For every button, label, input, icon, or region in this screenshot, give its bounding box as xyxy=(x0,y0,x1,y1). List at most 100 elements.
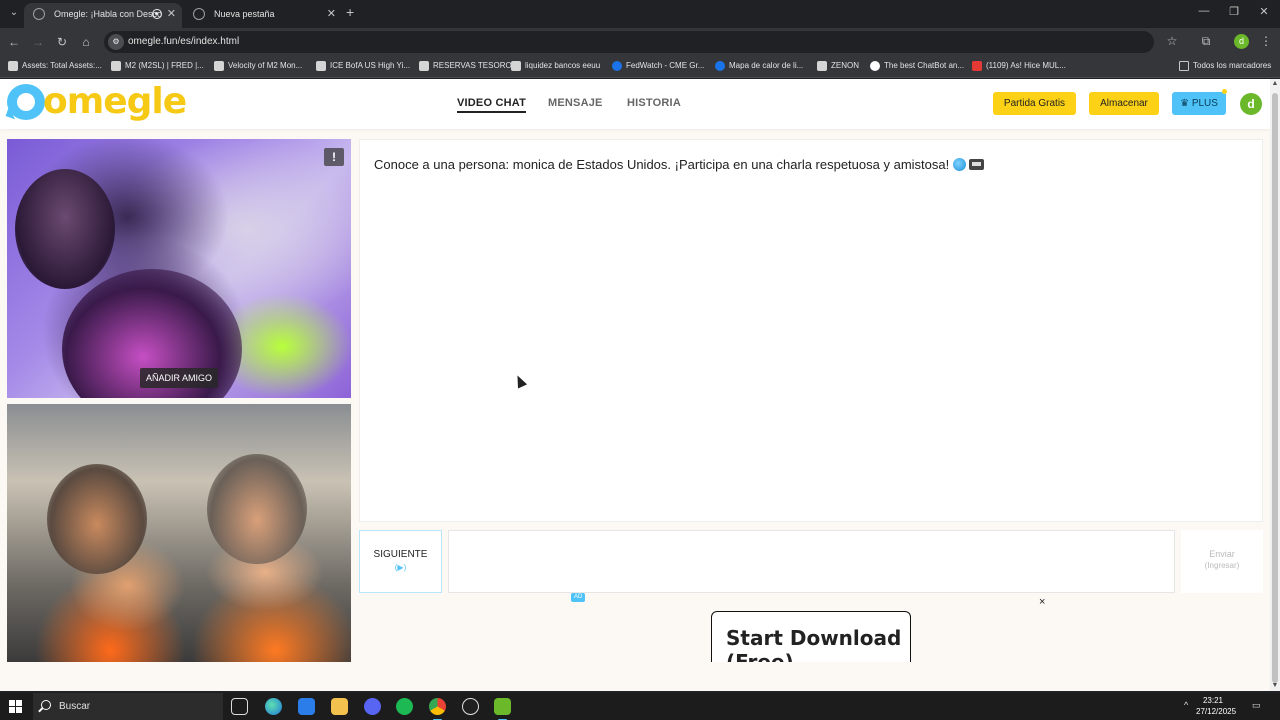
send-label: Enviar xyxy=(1209,549,1235,559)
tray-chevron-icon[interactable]: ^ xyxy=(1184,700,1188,710)
page-content: omegle VIDEO CHAT MENSAJE HISTORIA Parti… xyxy=(0,79,1270,691)
notifications-icon[interactable]: ▭ xyxy=(1252,700,1261,711)
tab-search-icon[interactable]: ⌄ xyxy=(6,5,22,21)
home-icon[interactable]: ⌂ xyxy=(78,34,94,50)
site-info-icon[interactable]: ⚙ xyxy=(108,34,124,50)
user-avatar[interactable]: d xyxy=(1240,93,1262,115)
next-label: SIGUIENTE xyxy=(373,549,428,560)
system-clock[interactable]: 23:21 27/12/2025 xyxy=(1196,695,1237,717)
send-button[interactable]: Enviar (Ingresar) xyxy=(1181,530,1263,593)
minimize-icon[interactable]: — xyxy=(1194,5,1214,17)
url-text[interactable]: omegle.fun/es/index.html xyxy=(128,36,239,47)
bookmark-item[interactable]: liquidez bancos eeuu xyxy=(511,61,600,71)
file-explorer-icon[interactable] xyxy=(331,698,348,715)
site-header: omegle VIDEO CHAT MENSAJE HISTORIA Parti… xyxy=(0,79,1270,129)
send-hint: (Ingresar) xyxy=(1204,561,1240,570)
close-window-icon[interactable]: ✕ xyxy=(1254,5,1274,18)
notification-dot xyxy=(1222,89,1227,94)
all-bookmarks-folder[interactable]: Todos los marcadores xyxy=(1179,61,1271,71)
bookmark-item[interactable]: Assets: Total Assets:... xyxy=(8,61,102,71)
store-icon[interactable] xyxy=(298,698,315,715)
reload-icon[interactable]: ↻ xyxy=(54,34,70,50)
spotify-icon[interactable] xyxy=(396,698,413,715)
obs-icon[interactable] xyxy=(462,698,479,715)
self-person-2 xyxy=(207,454,307,564)
task-view-icon[interactable] xyxy=(231,698,248,715)
clock-time: 23:21 xyxy=(1202,696,1224,705)
chat-log: Conoce a una persona: monica de Estados … xyxy=(359,139,1263,522)
nav-message[interactable]: MENSAJE xyxy=(548,97,603,109)
zenon-icon xyxy=(817,61,827,71)
forward-icon[interactable]: → xyxy=(30,34,46,50)
windows-taskbar: Buscar ^ 23:21 27/12/2025 ▭ xyxy=(0,693,1280,720)
scroll-down-icon[interactable]: ▼ xyxy=(1270,681,1280,691)
discord-icon[interactable] xyxy=(364,698,381,715)
tv-icon xyxy=(969,159,985,170)
extensions-icon[interactable]: ⧉ xyxy=(1198,34,1214,49)
chart-icon xyxy=(111,61,121,71)
tab-title: Nueva pestaña xyxy=(214,9,275,19)
bookmark-item[interactable]: ZENON xyxy=(817,61,859,71)
bookmark-star-icon[interactable]: ☆ xyxy=(1164,34,1180,48)
bookmark-item[interactable]: FedWatch - CME Gr... xyxy=(612,61,704,71)
nav-video-chat[interactable]: VIDEO CHAT xyxy=(457,97,527,113)
page-scrollbar[interactable]: ▲ ▼ xyxy=(1270,79,1280,691)
restore-icon[interactable]: ❐ xyxy=(1224,5,1244,18)
chart-icon xyxy=(511,61,521,71)
stranger-person-1 xyxy=(15,169,115,289)
tab-omegle[interactable]: Omegle: ¡Habla con Desco ✕ xyxy=(24,3,182,28)
taskbar-search[interactable]: Buscar xyxy=(33,693,223,720)
nav-history[interactable]: HISTORIA xyxy=(627,97,681,109)
windows-start-icon[interactable] xyxy=(9,700,22,713)
next-button[interactable]: SIGUIENTE (▶) xyxy=(359,530,442,593)
search-icon xyxy=(41,700,51,710)
bookmark-item[interactable]: The best ChatBot an... xyxy=(870,61,964,71)
back-icon[interactable]: ← xyxy=(6,34,22,50)
page-bottom-strip xyxy=(0,662,1270,691)
add-friend-button[interactable]: AÑADIR AMIGO xyxy=(140,368,219,388)
browser-tab-strip: ⌄ Omegle: ¡Habla con Desco ✕ Nueva pesta… xyxy=(0,0,1280,28)
menu-kebab-icon[interactable]: ⋮ xyxy=(1258,34,1274,48)
chart-icon xyxy=(316,61,326,71)
search-placeholder: Buscar xyxy=(59,701,91,712)
youtube-icon xyxy=(972,61,982,71)
message-input[interactable] xyxy=(448,530,1175,593)
cube-app-icon[interactable] xyxy=(494,698,511,720)
scroll-thumb[interactable] xyxy=(1272,93,1278,683)
address-bar[interactable]: ⚙ omegle.fun/es/index.html xyxy=(104,31,1154,53)
self-person-1 xyxy=(47,464,147,574)
bookmark-item[interactable]: Velocity of M2 Mon... xyxy=(214,61,302,71)
new-tab-icon[interactable]: + xyxy=(346,4,354,20)
close-tab-icon[interactable]: ✕ xyxy=(327,3,336,25)
bookmark-item[interactable]: RESERVAS TESORO xyxy=(419,61,512,71)
tab-title: Omegle: ¡Habla con Desco xyxy=(54,9,163,19)
next-hint: (▶) xyxy=(394,563,407,572)
close-tab-icon[interactable]: ✕ xyxy=(167,3,176,25)
chatbot-icon xyxy=(870,61,880,71)
report-button[interactable]: ! xyxy=(324,148,344,166)
clock-date: 27/12/2025 xyxy=(1196,707,1237,716)
self-video xyxy=(7,404,351,663)
bookmark-item[interactable]: M2 (M2SL) | FRED |... xyxy=(111,61,204,71)
edge-icon[interactable] xyxy=(265,698,282,715)
bookmark-item[interactable]: (1109) As! Hice MUL... xyxy=(972,61,1066,71)
system-message-text: Conoce a una persona: monica de Estados … xyxy=(374,157,950,172)
crown-icon: ♛ xyxy=(1180,98,1192,109)
system-message: Conoce a una persona: monica de Estados … xyxy=(374,157,985,172)
chart-icon xyxy=(214,61,224,71)
plus-button[interactable]: ♛ PLUS xyxy=(1172,92,1226,115)
bookmark-item[interactable]: Mapa de calor de li... xyxy=(715,61,803,71)
profile-avatar[interactable]: d xyxy=(1234,34,1249,49)
bookmarks-bar: Assets: Total Assets:... M2 (M2SL) | FRE… xyxy=(0,56,1280,78)
chrome-icon[interactable] xyxy=(429,698,446,720)
store-button[interactable]: Almacenar xyxy=(1089,92,1159,115)
stranger-video: ! AÑADIR AMIGO xyxy=(7,139,351,398)
plus-label: PLUS xyxy=(1191,98,1218,109)
bookmark-item[interactable]: ICE BofA US High Yi... xyxy=(316,61,410,71)
scroll-up-icon[interactable]: ▲ xyxy=(1270,79,1280,89)
free-game-button[interactable]: Partida Gratis xyxy=(993,92,1076,115)
ad-badge: AD xyxy=(571,593,586,602)
ad-close-icon[interactable]: × xyxy=(1039,596,1045,608)
tab-new[interactable]: Nueva pestaña ✕ xyxy=(184,3,342,28)
chat-bubble-icon xyxy=(7,84,45,120)
